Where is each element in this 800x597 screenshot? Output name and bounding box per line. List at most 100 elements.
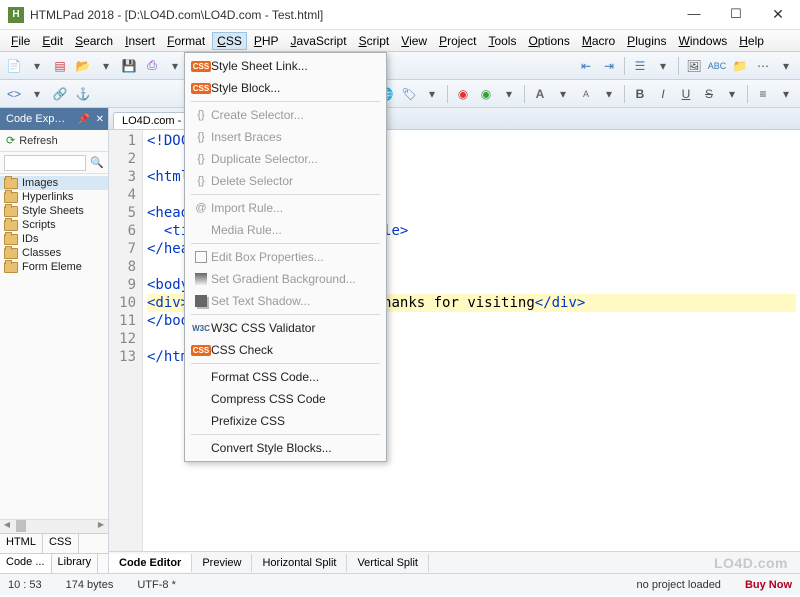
folder-icon [4,248,18,259]
dropdown-icon[interactable]: ▾ [722,84,742,104]
list-icon[interactable]: ☰ [630,56,650,76]
tree-item[interactable]: Scripts [0,218,108,232]
outdent-icon[interactable]: ⇤ [576,56,596,76]
save-all-icon[interactable]: ⎙ [142,56,162,76]
tab-css[interactable]: CSS [43,534,79,553]
dropdown-icon[interactable]: ▾ [27,56,47,76]
menu-item-prefixize-css[interactable]: Prefixize CSS [187,410,384,432]
menu-view[interactable]: View [396,32,432,50]
menu-macro[interactable]: Macro [577,32,620,50]
anchor-icon[interactable]: ⚓ [73,84,93,104]
tree-item[interactable]: Style Sheets [0,204,108,218]
menu-item-css-check[interactable]: CSSCSS Check [187,339,384,361]
align-icon[interactable]: ≡ [753,84,773,104]
box-icon [191,251,211,263]
view-tab-code-editor[interactable]: Code Editor [109,554,192,572]
braces-icon: {} [191,175,211,187]
menu-item-format-css-code[interactable]: Format CSS Code... [187,366,384,388]
menu-item-style-block[interactable]: CSSStyle Block... [187,77,384,99]
menu-edit[interactable]: Edit [37,32,68,50]
link-icon[interactable]: 🔗 [50,84,70,104]
dropdown-icon[interactable]: ▾ [422,84,442,104]
color1-icon[interactable]: ◉ [453,84,473,104]
css-menu-dropdown: CSSStyle Sheet Link...CSSStyle Block... {… [184,52,387,462]
dropdown-icon[interactable]: ▾ [499,84,519,104]
color2-icon[interactable]: ◉ [476,84,496,104]
menu-help[interactable]: Help [734,32,769,50]
refresh-button[interactable]: ⟳ Refresh [0,130,108,152]
menu-format[interactable]: Format [162,32,210,50]
underline-icon[interactable]: U [676,84,696,104]
italic-icon[interactable]: I [653,84,673,104]
image-icon[interactable]: 🖼 [684,56,704,76]
menu-icon[interactable]: ⋯ [753,56,773,76]
bold-icon[interactable]: B [630,84,650,104]
menu-item-convert-style-blocks[interactable]: Convert Style Blocks... [187,437,384,459]
minimize-button[interactable]: — [680,6,708,23]
tree-item[interactable]: Form Eleme [0,260,108,274]
menu-item-create-selector: {}Create Selector... [187,104,384,126]
menu-php[interactable]: PHP [249,32,284,50]
dropdown-icon[interactable]: ▾ [96,56,116,76]
close-panel-icon[interactable]: ✕ [96,114,104,125]
tag-icon[interactable]: <> [4,84,24,104]
tab-code[interactable]: Code ... [0,554,52,573]
font-size-icon[interactable]: A [576,84,596,104]
dropdown-icon[interactable]: ▾ [776,84,796,104]
tag-fill-icon[interactable]: 🏷 [399,84,419,104]
tab-library[interactable]: Library [52,554,99,573]
menu-file[interactable]: File [6,32,35,50]
buy-now-link[interactable]: Buy Now [745,579,792,591]
watermark: LO4D.com [714,555,788,571]
side-panel-header: Code Exp… 📌 ✕ [0,108,108,130]
menu-item-delete-selector: {}Delete Selector [187,170,384,192]
shadow-icon [191,295,211,307]
view-tab-horizontal-split[interactable]: Horizontal Split [252,554,347,572]
open-folder-icon[interactable]: 📂 [73,56,93,76]
menu-item-style-sheet-link[interactable]: CSSStyle Sheet Link... [187,55,384,77]
dropdown-icon[interactable]: ▾ [776,56,796,76]
menu-options[interactable]: Options [523,32,574,50]
save-icon[interactable]: 💾 [119,56,139,76]
menu-item-compress-css-code[interactable]: Compress CSS Code [187,388,384,410]
strike-icon[interactable]: S [699,84,719,104]
tree-item[interactable]: Hyperlinks [0,190,108,204]
folder-icon [4,192,18,203]
menu-tools[interactable]: Tools [483,32,521,50]
close-button[interactable]: ✕ [764,6,792,23]
indent-icon[interactable]: ⇥ [599,56,619,76]
dropdown-icon[interactable]: ▾ [165,56,185,76]
folder-icon[interactable]: 📁 [730,56,750,76]
menu-windows[interactable]: Windows [674,32,733,50]
menu-javascript[interactable]: JavaScript [286,32,352,50]
tree-item[interactable]: Images [0,176,108,190]
menu-css[interactable]: CSS [212,32,247,50]
folder-icon [4,234,18,245]
menu-item-w-c-css-validator[interactable]: W3CW3C CSS Validator [187,317,384,339]
menu-insert[interactable]: Insert [120,32,160,50]
dropdown-icon[interactable]: ▾ [553,84,573,104]
view-tab-vertical-split[interactable]: Vertical Split [347,554,429,572]
dropdown-icon[interactable]: ▾ [599,84,619,104]
abc-icon[interactable]: ABC [707,56,727,76]
pin-icon[interactable]: 📌 [78,114,90,125]
font-icon[interactable]: A [530,84,550,104]
menu-search[interactable]: Search [70,32,118,50]
tree-item[interactable]: IDs [0,232,108,246]
view-tab-preview[interactable]: Preview [192,554,252,572]
tree-item[interactable]: Classes [0,246,108,260]
search-icon[interactable]: 🔍 [90,156,104,169]
menu-plugins[interactable]: Plugins [622,32,671,50]
menu-script[interactable]: Script [354,32,395,50]
search-input[interactable] [4,155,86,171]
new-doc-icon[interactable]: ▤ [50,56,70,76]
maximize-button[interactable]: ☐ [722,6,750,23]
scrollbar[interactable]: ◀▶ [0,519,108,533]
new-file-icon[interactable]: 📄 [4,56,24,76]
window-title: HTMLPad 2018 - [D:\LO4D.com\LO4D.com - T… [30,8,680,22]
dropdown-icon[interactable]: ▾ [27,84,47,104]
dropdown-icon[interactable]: ▾ [653,56,673,76]
menu-item-media-rule: Media Rule... [187,219,384,241]
menu-project[interactable]: Project [434,32,481,50]
tab-html[interactable]: HTML [0,534,43,553]
